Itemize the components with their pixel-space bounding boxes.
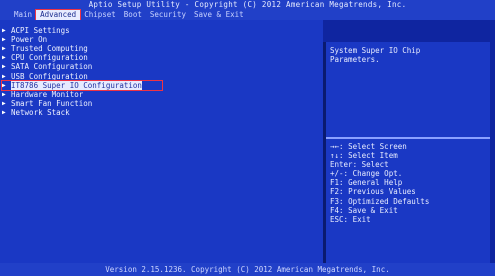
options-panel: ▶ ACPI Settings ▶ Power On ▶ Trusted Computin… <box>0 20 323 263</box>
submenu-arrow-icon: ▶ <box>2 54 6 62</box>
menu-item-hardware-monitor[interactable]: ▶ Hardware Monitor <box>2 90 162 99</box>
key-help-row: F2: Previous Values <box>330 187 429 196</box>
menu-item-label: Trusted Computing <box>11 44 88 54</box>
key-action: Select Item <box>348 151 398 161</box>
key-action: Optimized Defaults <box>348 196 430 206</box>
menu-tabs: Main Advanced Chipset Boot Security Save & Ex… <box>10 8 248 21</box>
menu-item-cpu-configuration[interactable]: ▶ CPU Configuration <box>2 53 162 62</box>
status-bar: Version 2.15.1236. Copyright (C) 2012 Am… <box>0 263 495 276</box>
submenu-arrow-icon: ▶ <box>2 81 6 89</box>
item-help-text: System Super IO Chip Parameters. <box>330 46 421 64</box>
menu-item-sata-configuration[interactable]: ▶ SATA Configuration <box>2 62 162 71</box>
menu-item-usb-configuration[interactable]: ▶ USB Configuration <box>2 71 162 81</box>
key-action: Select <box>361 160 389 170</box>
tab-main[interactable]: Main <box>10 10 36 20</box>
key-help-row: F3: Optimized Defaults <box>330 197 429 206</box>
key-help-row: Enter: Select <box>330 160 429 169</box>
key-separator: : <box>339 151 349 161</box>
submenu-arrow-icon: ▶ <box>2 99 6 107</box>
key-separator: : <box>343 214 353 224</box>
menu-item-label: Network Stack <box>11 107 70 117</box>
menu-item-label: USB Configuration <box>11 71 88 81</box>
submenu-arrow-icon: ▶ <box>2 36 6 44</box>
menu-item-trusted-computing[interactable]: ▶ Trusted Computing <box>2 44 162 53</box>
key-separator: : <box>339 178 349 188</box>
menu-item-label: Hardware Monitor <box>11 89 84 99</box>
key-separator: : <box>339 187 349 197</box>
submenu-arrow-icon: ▶ <box>2 27 6 35</box>
key-separator: : <box>339 196 349 206</box>
key-name: Enter <box>330 160 353 170</box>
key-action: Previous Values <box>348 187 416 197</box>
version-text: Version 2.15.1236. Copyright (C) 2012 Am… <box>105 265 390 274</box>
menu-item-smart-fan-function[interactable]: ▶ Smart Fan Function <box>2 99 162 108</box>
advanced-menu-list: ▶ ACPI Settings ▶ Power On ▶ Trusted Computin… <box>1 26 163 117</box>
tab-boot[interactable]: Boot <box>120 10 146 20</box>
menu-item-label: Smart Fan Function <box>11 98 93 108</box>
submenu-arrow-icon: ▶ <box>2 90 6 98</box>
menu-item-label: CPU Configuration <box>11 53 88 63</box>
key-action: Change Opt. <box>352 169 403 179</box>
key-help-row: ESC: Exit <box>330 215 429 224</box>
key-name: F2 <box>330 187 340 197</box>
key-separator: : <box>343 169 353 179</box>
key-name: F3 <box>330 196 340 206</box>
tab-advanced[interactable]: Advanced <box>35 8 82 21</box>
key-name: ESC <box>330 214 344 224</box>
key-help-row: →←: Select Screen <box>330 142 429 151</box>
tab-security[interactable]: Security <box>146 10 190 20</box>
help-divider <box>326 137 490 139</box>
tab-chipset[interactable]: Chipset <box>80 10 120 20</box>
key-separator: : <box>339 142 349 151</box>
key-name: ↑↓ <box>330 151 340 161</box>
key-action: General Help <box>348 178 403 188</box>
submenu-arrow-icon: ▶ <box>2 108 6 116</box>
menu-item-it8786-super-io-configuration[interactable]: ▶ IT8786 Super IO Configuration <box>1 79 163 91</box>
key-separator: : <box>339 205 349 215</box>
main-area: ▶ ACPI Settings ▶ Power On ▶ Trusted Computin… <box>0 20 495 263</box>
utility-title: Aptio Setup Utility - Copyright (C) 2012… <box>88 0 407 9</box>
menu-item-label: Power On <box>11 35 48 45</box>
key-name: F4 <box>330 205 340 215</box>
menu-item-acpi-settings[interactable]: ▶ ACPI Settings <box>2 26 162 35</box>
key-name: +/- <box>330 169 344 179</box>
top-bar: Aptio Setup Utility - Copyright (C) 2012… <box>0 0 495 21</box>
key-name: →← <box>330 142 340 151</box>
menu-item-power-on[interactable]: ▶ Power On <box>2 35 162 44</box>
key-help-row: F1: General Help <box>330 178 429 187</box>
submenu-arrow-icon: ▶ <box>2 72 6 80</box>
menu-item-label: ACPI Settings <box>11 26 70 36</box>
key-separator: : <box>352 160 362 170</box>
key-help-list: →←: Select Screen ↑↓: Select Item Enter: S… <box>330 142 429 224</box>
help-panel: System Super IO Chip Parameters. →←: Sel… <box>326 42 490 263</box>
menu-item-label: SATA Configuration <box>11 62 93 72</box>
key-action: Exit <box>352 214 371 224</box>
key-action: Save & Exit <box>348 205 398 215</box>
key-action: Select Screen <box>348 142 407 151</box>
key-help-row: ↑↓: Select Item <box>330 151 429 160</box>
tab-save-exit[interactable]: Save & Exit <box>190 10 248 20</box>
submenu-arrow-icon: ▶ <box>2 63 6 71</box>
key-help-row: F4: Save & Exit <box>330 206 429 215</box>
key-name: F1 <box>330 178 340 188</box>
menu-item-label: IT8786 Super IO Configuration <box>11 80 142 90</box>
menu-item-network-stack[interactable]: ▶ Network Stack <box>2 108 162 117</box>
key-help-row: +/-: Change Opt. <box>330 169 429 178</box>
submenu-arrow-icon: ▶ <box>2 45 6 53</box>
